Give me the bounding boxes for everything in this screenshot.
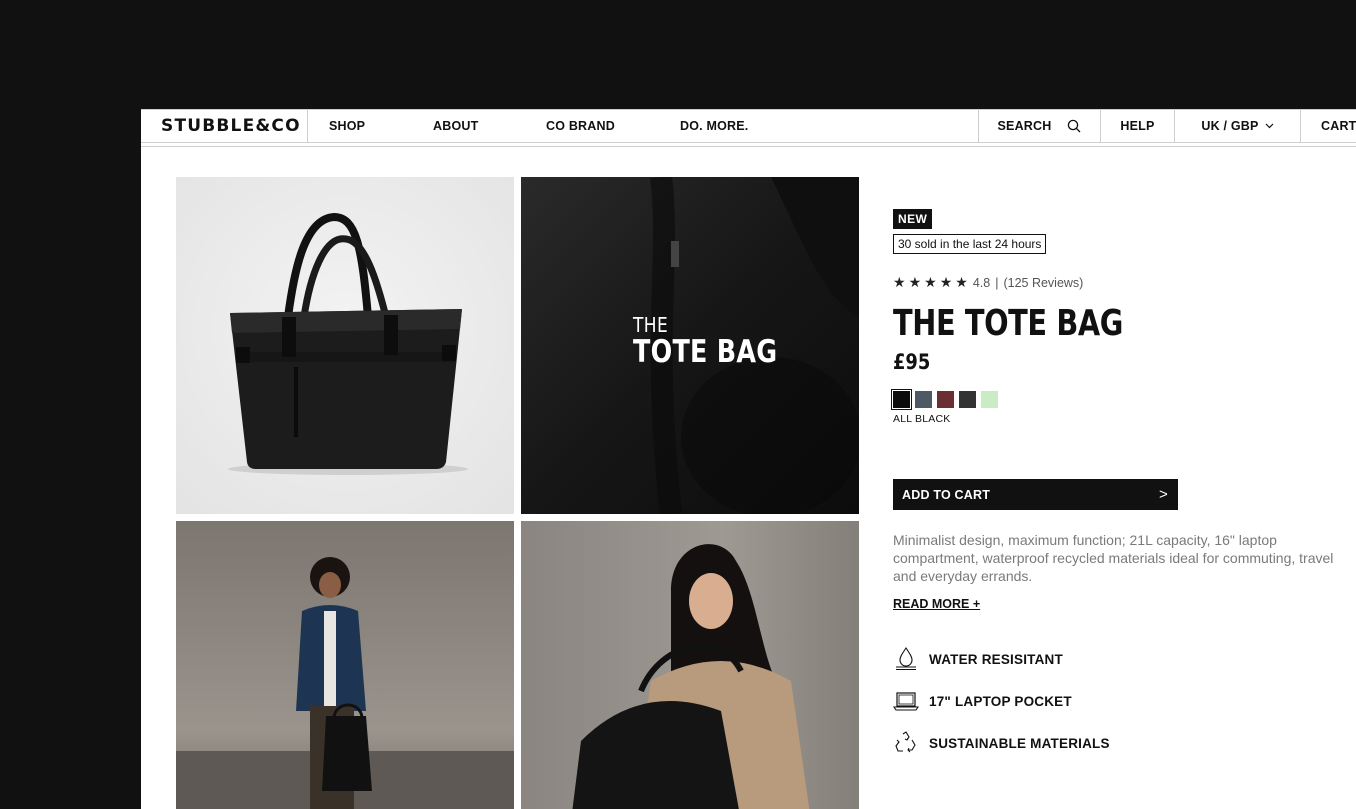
product-image-model-man[interactable] bbox=[176, 521, 514, 809]
swatch-mint[interactable] bbox=[981, 391, 998, 408]
search-icon bbox=[1068, 119, 1081, 133]
product-page: STUBBLE&CO SHOP ABOUT CO BRAND DO. MORE.… bbox=[141, 109, 1356, 809]
new-badge: NEW bbox=[893, 209, 933, 229]
add-to-cart-label: ADD TO CART bbox=[902, 487, 991, 502]
product-image-closeup[interactable]: THE TOTE BAG bbox=[521, 177, 859, 514]
feature-item: SUSTAINABLE MATERIALS bbox=[893, 722, 1353, 764]
feature-list: WATER RESISITANT 17" LAPTOP POCKET SUSTA… bbox=[893, 638, 1353, 764]
nav-about[interactable]: ABOUT bbox=[433, 110, 546, 142]
laptop-icon bbox=[893, 688, 919, 714]
read-more-link[interactable]: READ MORE + bbox=[893, 597, 980, 611]
product-price: £95 bbox=[893, 350, 931, 374]
water-drop-icon bbox=[893, 646, 919, 672]
chevron-down-icon bbox=[1265, 123, 1274, 129]
help-link[interactable]: HELP bbox=[1100, 110, 1174, 142]
swatch-charcoal[interactable] bbox=[959, 391, 976, 408]
add-to-cart-button[interactable]: ADD TO CART > bbox=[893, 479, 1178, 510]
cart-link[interactable]: CART bbox=[1300, 110, 1356, 142]
nav-divider bbox=[141, 146, 1356, 147]
product-title: THE TOTE BAG bbox=[893, 303, 1124, 344]
nav-co-brand[interactable]: CO BRAND bbox=[546, 110, 680, 142]
feature-label: WATER RESISITANT bbox=[929, 651, 1063, 667]
product-details: NEW 30 sold in the last 24 hours ★ ★ ★ ★… bbox=[891, 209, 1353, 764]
tote-bag-photo bbox=[176, 177, 514, 514]
rating-separator: | bbox=[995, 275, 999, 290]
star-rating: ★ ★ ★ ★ ★ bbox=[893, 274, 968, 291]
search-button[interactable]: SEARCH bbox=[978, 110, 1100, 142]
product-image-model-woman[interactable] bbox=[521, 521, 859, 809]
rating-value: 4.8 bbox=[972, 275, 991, 290]
feature-item: 17" LAPTOP POCKET bbox=[893, 680, 1353, 722]
region-selector[interactable]: UK / GBP bbox=[1174, 110, 1300, 142]
model-woman-photo bbox=[521, 521, 859, 809]
brand-logo[interactable]: STUBBLE&CO bbox=[141, 110, 308, 142]
star-icon: ★ bbox=[908, 274, 922, 290]
sold-count-badge: 30 sold in the last 24 hours bbox=[893, 234, 1047, 254]
product-description: Minimalist design, maximum function; 21L… bbox=[893, 532, 1334, 584]
swatch-slate[interactable] bbox=[915, 391, 932, 408]
star-icon: ★ bbox=[924, 274, 937, 290]
product-image-studio[interactable] bbox=[176, 177, 514, 514]
feature-label: 17" LAPTOP POCKET bbox=[929, 693, 1072, 709]
overlay-title-small: THE bbox=[633, 313, 669, 337]
star-icon: ★ bbox=[893, 274, 906, 290]
search-label: SEARCH bbox=[997, 119, 1052, 133]
overlay-title: THE TOTE BAG bbox=[633, 315, 809, 368]
nav-shop[interactable]: SHOP bbox=[329, 110, 433, 142]
feature-label: SUSTAINABLE MATERIALS bbox=[929, 735, 1110, 751]
star-icon: ★ bbox=[939, 274, 953, 290]
swatch-all-black[interactable] bbox=[891, 389, 912, 410]
region-label: UK / GBP bbox=[1201, 119, 1259, 133]
model-man-photo bbox=[176, 521, 514, 809]
feature-item: WATER RESISITANT bbox=[893, 638, 1353, 680]
selected-color-label: ALL BLACK bbox=[893, 413, 951, 425]
arrow-right-icon: > bbox=[1159, 486, 1168, 503]
main-menu: SHOP ABOUT CO BRAND DO. MORE. bbox=[308, 110, 780, 142]
review-count[interactable]: (125 Reviews) bbox=[1003, 276, 1083, 290]
rating[interactable]: ★ ★ ★ ★ ★ 4.8 | (125 Reviews) bbox=[893, 274, 1353, 291]
top-navigation: STUBBLE&CO SHOP ABOUT CO BRAND DO. MORE.… bbox=[141, 109, 1356, 143]
overlay-title-big: TOTE BAG bbox=[633, 334, 778, 370]
recycle-icon bbox=[893, 730, 919, 756]
utility-menu: SEARCH HELP UK / GBP CART bbox=[978, 110, 1356, 142]
nav-do-more[interactable]: DO. MORE. bbox=[680, 110, 780, 142]
star-icon: ★ bbox=[955, 274, 968, 290]
swatch-burgundy[interactable] bbox=[937, 391, 954, 408]
color-swatches bbox=[891, 389, 1353, 410]
